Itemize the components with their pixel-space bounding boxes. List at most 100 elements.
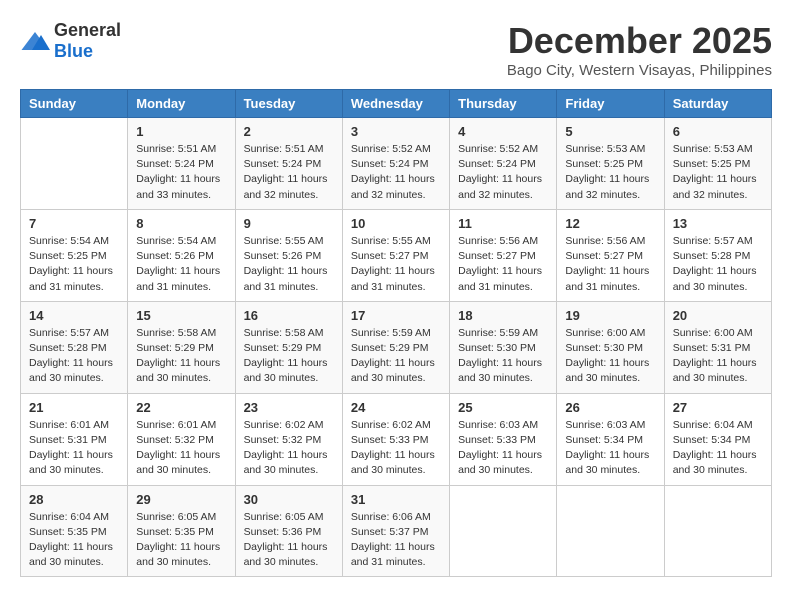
calendar-header-row: SundayMondayTuesdayWednesdayThursdayFrid… xyxy=(21,90,772,118)
day-info: Sunrise: 6:05 AMSunset: 5:36 PMDaylight:… xyxy=(244,510,334,571)
calendar-cell: 4 Sunrise: 5:52 AMSunset: 5:24 PMDaylight… xyxy=(450,118,557,210)
day-info: Sunrise: 6:02 AMSunset: 5:33 PMDaylight:… xyxy=(351,418,441,479)
day-info: Sunrise: 5:51 AMSunset: 5:24 PMDaylight:… xyxy=(244,142,334,203)
calendar-cell: 12Sunrise: 5:56 AMSunset: 5:27 PMDayligh… xyxy=(557,209,664,301)
day-number: 16 xyxy=(244,308,334,323)
day-info: Sunrise: 5:57 AMSunset: 5:28 PMDaylight:… xyxy=(29,326,119,387)
day-info: Sunrise: 6:01 AMSunset: 5:32 PMDaylight:… xyxy=(136,418,226,479)
logo: General Blue xyxy=(20,20,121,62)
header-tuesday: Tuesday xyxy=(235,90,342,118)
day-info: Sunrise: 6:04 AMSunset: 5:34 PMDaylight:… xyxy=(673,418,763,479)
day-number: 10 xyxy=(351,216,441,231)
header-thursday: Thursday xyxy=(450,90,557,118)
title-block: December 2025 Bago City, Western Visayas… xyxy=(507,20,772,79)
calendar-cell: 7 Sunrise: 5:54 AMSunset: 5:25 PMDaylight… xyxy=(21,209,128,301)
day-number: 14 xyxy=(29,308,119,323)
calendar-cell xyxy=(557,485,664,577)
day-info: Sunrise: 6:00 AMSunset: 5:31 PMDaylight:… xyxy=(673,326,763,387)
day-number: 17 xyxy=(351,308,441,323)
day-number: 2 xyxy=(244,124,334,139)
day-info: Sunrise: 5:52 AMSunset: 5:24 PMDaylight:… xyxy=(351,142,441,203)
day-number: 18 xyxy=(458,308,548,323)
day-info: Sunrise: 5:53 AMSunset: 5:25 PMDaylight:… xyxy=(565,142,655,203)
calendar-cell: 8 Sunrise: 5:54 AMSunset: 5:26 PMDaylight… xyxy=(128,209,235,301)
calendar-cell: 28 Sunrise: 6:04 AMSunset: 5:35 PMDayligh… xyxy=(21,485,128,577)
day-number: 25 xyxy=(458,400,548,415)
calendar-week-2: 7 Sunrise: 5:54 AMSunset: 5:25 PMDaylight… xyxy=(21,209,772,301)
calendar-cell: 19 Sunrise: 6:00 AMSunset: 5:30 PMDayligh… xyxy=(557,301,664,393)
logo-text: General Blue xyxy=(54,20,121,62)
day-number: 30 xyxy=(244,492,334,507)
day-number: 19 xyxy=(565,308,655,323)
calendar-cell: 10 Sunrise: 5:55 AMSunset: 5:27 PMDayligh… xyxy=(342,209,449,301)
calendar-cell: 6 Sunrise: 5:53 AMSunset: 5:25 PMDaylight… xyxy=(664,118,771,210)
header-sunday: Sunday xyxy=(21,90,128,118)
location-subtitle: Bago City, Western Visayas, Philippines xyxy=(507,62,772,79)
calendar-week-3: 14 Sunrise: 5:57 AMSunset: 5:28 PMDayligh… xyxy=(21,301,772,393)
day-number: 24 xyxy=(351,400,441,415)
logo-icon xyxy=(20,29,50,53)
day-info: Sunrise: 5:59 AMSunset: 5:30 PMDaylight:… xyxy=(458,326,548,387)
calendar-cell: 26Sunrise: 6:03 AMSunset: 5:34 PMDayligh… xyxy=(557,393,664,485)
calendar-cell: 27 Sunrise: 6:04 AMSunset: 5:34 PMDayligh… xyxy=(664,393,771,485)
day-number: 5 xyxy=(565,124,655,139)
calendar-cell: 2 Sunrise: 5:51 AMSunset: 5:24 PMDaylight… xyxy=(235,118,342,210)
day-info: Sunrise: 6:01 AMSunset: 5:31 PMDaylight:… xyxy=(29,418,119,479)
day-info: Sunrise: 5:53 AMSunset: 5:25 PMDaylight:… xyxy=(673,142,763,203)
calendar-cell xyxy=(21,118,128,210)
day-info: Sunrise: 6:05 AMSunset: 5:35 PMDaylight:… xyxy=(136,510,226,571)
day-number: 22 xyxy=(136,400,226,415)
day-info: Sunrise: 5:58 AMSunset: 5:29 PMDaylight:… xyxy=(244,326,334,387)
day-info: Sunrise: 6:04 AMSunset: 5:35 PMDaylight:… xyxy=(29,510,119,571)
day-number: 15 xyxy=(136,308,226,323)
calendar-cell: 31 Sunrise: 6:06 AMSunset: 5:37 PMDayligh… xyxy=(342,485,449,577)
day-info: Sunrise: 6:06 AMSunset: 5:37 PMDaylight:… xyxy=(351,510,441,571)
calendar-cell: 22 Sunrise: 6:01 AMSunset: 5:32 PMDayligh… xyxy=(128,393,235,485)
day-info: Sunrise: 5:55 AMSunset: 5:27 PMDaylight:… xyxy=(351,234,441,295)
calendar-cell: 29 Sunrise: 6:05 AMSunset: 5:35 PMDayligh… xyxy=(128,485,235,577)
calendar-week-1: 1 Sunrise: 5:51 AMSunset: 5:24 PMDaylight… xyxy=(21,118,772,210)
day-info: Sunrise: 5:56 AMSunset: 5:27 PMDaylight:… xyxy=(458,234,548,295)
day-number: 1 xyxy=(136,124,226,139)
day-number: 3 xyxy=(351,124,441,139)
day-number: 28 xyxy=(29,492,119,507)
day-info: Sunrise: 5:52 AMSunset: 5:24 PMDaylight:… xyxy=(458,142,548,203)
day-info: Sunrise: 6:03 AMSunset: 5:33 PMDaylight:… xyxy=(458,418,548,479)
day-number: 29 xyxy=(136,492,226,507)
day-number: 20 xyxy=(673,308,763,323)
calendar-cell: 24 Sunrise: 6:02 AMSunset: 5:33 PMDayligh… xyxy=(342,393,449,485)
day-number: 4 xyxy=(458,124,548,139)
calendar-week-4: 21 Sunrise: 6:01 AMSunset: 5:31 PMDayligh… xyxy=(21,393,772,485)
calendar-cell: 21 Sunrise: 6:01 AMSunset: 5:31 PMDayligh… xyxy=(21,393,128,485)
calendar-cell xyxy=(664,485,771,577)
day-info: Sunrise: 5:57 AMSunset: 5:28 PMDaylight:… xyxy=(673,234,763,295)
day-number: 6 xyxy=(673,124,763,139)
calendar-cell: 5 Sunrise: 5:53 AMSunset: 5:25 PMDaylight… xyxy=(557,118,664,210)
day-number: 21 xyxy=(29,400,119,415)
day-info: Sunrise: 5:56 AMSunset: 5:27 PMDaylight:… xyxy=(565,234,655,295)
calendar-cell: 9Sunrise: 5:55 AMSunset: 5:26 PMDaylight… xyxy=(235,209,342,301)
calendar-cell xyxy=(450,485,557,577)
day-info: Sunrise: 6:02 AMSunset: 5:32 PMDaylight:… xyxy=(244,418,334,479)
day-number: 8 xyxy=(136,216,226,231)
page-header: General Blue December 2025 Bago City, We… xyxy=(20,20,772,79)
day-number: 11 xyxy=(458,216,548,231)
calendar-cell: 17Sunrise: 5:59 AMSunset: 5:29 PMDayligh… xyxy=(342,301,449,393)
logo-blue: Blue xyxy=(54,41,93,61)
calendar-cell: 23Sunrise: 6:02 AMSunset: 5:32 PMDayligh… xyxy=(235,393,342,485)
calendar-cell: 20 Sunrise: 6:00 AMSunset: 5:31 PMDayligh… xyxy=(664,301,771,393)
day-number: 31 xyxy=(351,492,441,507)
calendar-cell: 11 Sunrise: 5:56 AMSunset: 5:27 PMDayligh… xyxy=(450,209,557,301)
day-info: Sunrise: 6:00 AMSunset: 5:30 PMDaylight:… xyxy=(565,326,655,387)
calendar-cell: 25 Sunrise: 6:03 AMSunset: 5:33 PMDayligh… xyxy=(450,393,557,485)
day-info: Sunrise: 6:03 AMSunset: 5:34 PMDaylight:… xyxy=(565,418,655,479)
day-info: Sunrise: 5:51 AMSunset: 5:24 PMDaylight:… xyxy=(136,142,226,203)
calendar-cell: 16 Sunrise: 5:58 AMSunset: 5:29 PMDayligh… xyxy=(235,301,342,393)
day-info: Sunrise: 5:54 AMSunset: 5:26 PMDaylight:… xyxy=(136,234,226,295)
header-monday: Monday xyxy=(128,90,235,118)
calendar-cell: 30 Sunrise: 6:05 AMSunset: 5:36 PMDayligh… xyxy=(235,485,342,577)
day-info: Sunrise: 5:54 AMSunset: 5:25 PMDaylight:… xyxy=(29,234,119,295)
day-number: 27 xyxy=(673,400,763,415)
calendar-week-5: 28 Sunrise: 6:04 AMSunset: 5:35 PMDayligh… xyxy=(21,485,772,577)
day-number: 7 xyxy=(29,216,119,231)
